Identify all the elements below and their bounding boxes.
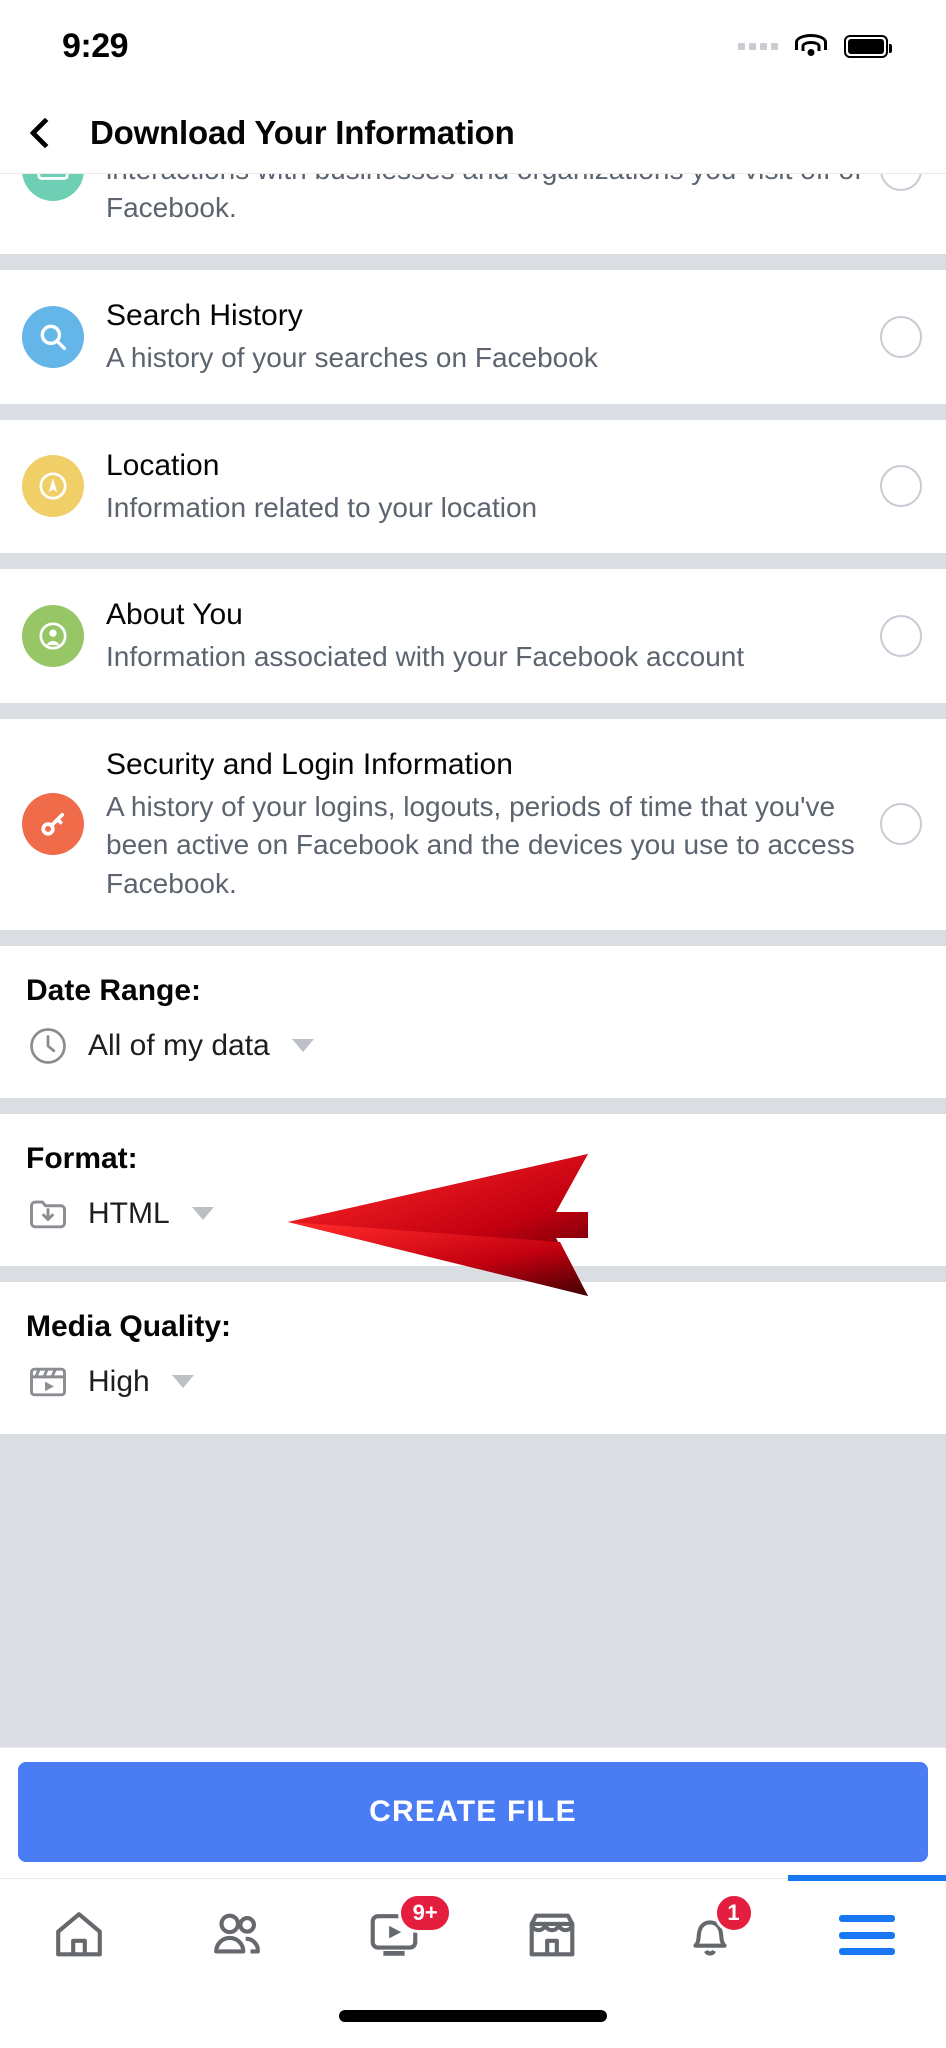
category-radio[interactable] (880, 614, 922, 657)
wifi-icon (794, 33, 828, 59)
date-range-label: Date Range: (26, 973, 202, 1007)
section-divider (0, 1097, 946, 1114)
home-indicator (339, 2010, 607, 2022)
format-value: HTML (88, 1196, 170, 1230)
watch-badge: 9+ (398, 1893, 453, 1933)
category-card-security-login[interactable]: Security and Login Information A history… (0, 718, 946, 930)
status-bar: 9:29 (0, 0, 946, 92)
page-title: Download Your Information (90, 113, 515, 151)
bottom-tab-bar: 9+ 1 (0, 1875, 946, 2048)
list-item-text: About You Information associated with yo… (106, 595, 874, 677)
create-file-button[interactable]: CREATE FILE (18, 1762, 928, 1862)
tab-home[interactable] (0, 1879, 158, 1991)
section-divider (0, 403, 946, 420)
category-description: you, information you've submitted to adv… (106, 174, 862, 224)
option-date-range[interactable]: Date Range: All of my data (0, 945, 946, 1098)
hamburger-menu-icon (839, 1915, 896, 1955)
category-card-ads[interactable]: you, information you've submitted to adv… (0, 174, 946, 254)
back-button[interactable] (0, 116, 90, 149)
category-description: A history of your logins, logouts, perio… (106, 790, 855, 899)
home-icon (55, 1912, 102, 1957)
category-radio[interactable] (880, 174, 922, 191)
list-item-text: Location Information related to your loc… (106, 446, 874, 528)
category-description: A history of your searches on Facebook (106, 341, 598, 373)
section-divider (0, 702, 946, 719)
category-title: About You (106, 598, 243, 632)
tab-friends[interactable] (158, 1879, 316, 1991)
chevron-down-icon[interactable] (291, 1039, 314, 1053)
marketplace-shop-icon (529, 1913, 575, 1957)
clock-icon (26, 1024, 70, 1068)
list-item-text: you, information you've submitted to adv… (106, 174, 874, 228)
ads-tag-icon (22, 174, 84, 201)
category-description: Information related to your location (106, 491, 538, 523)
category-description: Information associated with your Faceboo… (106, 641, 745, 673)
date-range-selector[interactable]: All of my data (26, 1024, 920, 1068)
category-title: Security and Login Information (106, 747, 513, 781)
list-item[interactable]: Security and Login Information A history… (0, 719, 946, 930)
app-screen: 9:29 Download Your Information Facebook.… (0, 0, 946, 2048)
category-title: Location (106, 448, 220, 482)
page-header: Download Your Information (0, 92, 946, 174)
tab-marketplace[interactable] (473, 1879, 631, 1991)
list-item[interactable]: you, information you've submitted to adv… (0, 174, 946, 254)
tab-active-indicator (788, 1875, 946, 1881)
status-time: 9:29 (62, 26, 129, 65)
list-item-text: Search History A history of your searche… (106, 296, 874, 378)
tab-watch[interactable]: 9+ (315, 1879, 473, 1991)
list-item[interactable]: Search History A history of your searche… (0, 270, 946, 404)
category-radio[interactable] (880, 803, 922, 846)
tab-notifications[interactable]: 1 (631, 1879, 789, 1991)
media-quality-label: Media Quality: (26, 1309, 232, 1343)
section-divider (0, 1433, 946, 1474)
media-quality-selector[interactable]: High (26, 1360, 920, 1404)
category-radio[interactable] (880, 465, 922, 508)
section-divider (0, 253, 946, 270)
option-format[interactable]: Format: HTML (0, 1113, 946, 1266)
format-label: Format: (26, 1141, 138, 1175)
format-selector[interactable]: HTML (26, 1192, 920, 1236)
list-item[interactable]: About You Information associated with yo… (0, 569, 946, 703)
compass-icon (22, 455, 84, 518)
section-divider (0, 553, 946, 570)
tab-menu[interactable] (788, 1875, 946, 1991)
key-icon (22, 793, 84, 856)
date-range-value: All of my data (88, 1028, 270, 1062)
category-card-location[interactable]: Location Information related to your loc… (0, 419, 946, 554)
media-quality-value: High (88, 1364, 150, 1398)
section-divider (0, 929, 946, 946)
clapperboard-icon (26, 1360, 70, 1404)
search-icon (22, 305, 84, 368)
option-media-quality[interactable]: Media Quality: High (0, 1281, 946, 1434)
category-card-search-history[interactable]: Search History A history of your searche… (0, 269, 946, 404)
friends-icon (213, 1913, 260, 1954)
content-scroll-area[interactable]: you, information you've submitted to adv… (0, 174, 946, 1878)
chevron-down-icon[interactable] (191, 1207, 214, 1221)
category-radio[interactable] (880, 315, 922, 358)
signal-dots-icon (738, 42, 778, 50)
person-circle-icon (22, 604, 84, 667)
chevron-down-icon[interactable] (171, 1375, 194, 1389)
list-item[interactable]: Location Information related to your loc… (0, 420, 946, 554)
back-chevron-icon (29, 116, 61, 149)
create-file-bar: CREATE FILE (0, 1747, 946, 1878)
status-indicators (738, 33, 892, 59)
category-card-about-you[interactable]: About You Information associated with yo… (0, 569, 946, 703)
category-title: Search History (106, 298, 303, 332)
list-item-text: Security and Login Information A history… (106, 745, 874, 904)
section-divider (0, 1265, 946, 1282)
folder-download-icon (26, 1192, 70, 1236)
battery-full-icon (844, 34, 892, 58)
notifications-badge: 1 (713, 1893, 754, 1933)
